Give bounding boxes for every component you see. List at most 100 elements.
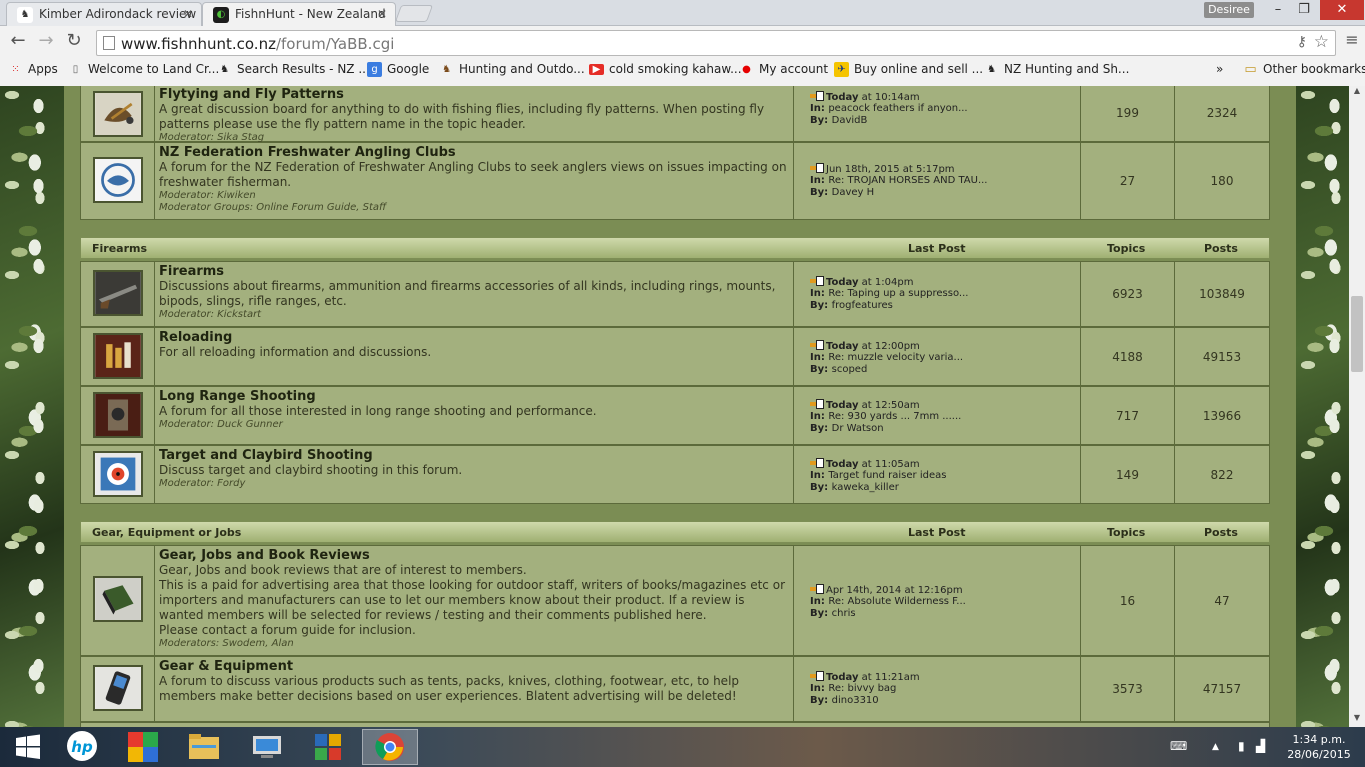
- last-post-author-link[interactable]: DavidB: [832, 115, 868, 126]
- bookmark-star-icon[interactable]: ☆: [1314, 32, 1329, 52]
- last-post-topic-link[interactable]: Re: bivvy bag: [828, 683, 896, 694]
- store-icon[interactable]: [300, 729, 356, 765]
- bookmark-nz-hunting[interactable]: ♞ NZ Hunting and Sh...: [984, 62, 1129, 76]
- bookmark-land-cruiser[interactable]: ▯ Welcome to Land Cr...: [68, 62, 220, 76]
- battery-icon[interactable]: ▮: [1238, 739, 1245, 753]
- forum-description-advertising: This is a paid for advertising area that…: [159, 578, 785, 622]
- new-post-icon[interactable]: [810, 671, 824, 681]
- new-tab-button[interactable]: [394, 5, 434, 22]
- forum-row-flytying[interactable]: Flytying and Fly Patterns A great discus…: [80, 86, 1270, 143]
- forum-title[interactable]: Firearms: [159, 264, 789, 279]
- new-post-icon[interactable]: [810, 340, 824, 350]
- new-post-icon[interactable]: [810, 276, 824, 286]
- close-window-icon[interactable]: ✕: [1320, 0, 1364, 20]
- scroll-thumb[interactable]: [1351, 296, 1363, 372]
- forum-title[interactable]: Long Range Shooting: [159, 389, 789, 404]
- forum-title[interactable]: NZ Federation Freshwater Angling Clubs: [159, 145, 789, 160]
- vodafone-icon: ●: [742, 64, 751, 75]
- bookmark-cold-smoking[interactable]: ▶ cold smoking kahaw...: [589, 62, 742, 76]
- deer-icon: ♞: [442, 64, 451, 75]
- back-icon[interactable]: ←: [6, 30, 30, 51]
- last-post-topic-link[interactable]: Re: Taping up a suppresso...: [828, 288, 968, 299]
- category-title[interactable]: Firearms: [92, 242, 147, 255]
- bookmark-trademe[interactable]: ✈ Buy online and sell ...: [834, 62, 983, 77]
- file-explorer-icon[interactable]: [176, 729, 232, 765]
- close-tab-icon[interactable]: ✕: [377, 7, 387, 21]
- bookmark-my-account[interactable]: ● My account: [739, 62, 828, 76]
- forum-title[interactable]: Gear, Jobs and Book Reviews: [159, 548, 789, 563]
- last-post-author-link[interactable]: scoped: [832, 364, 868, 375]
- new-post-icon[interactable]: [810, 458, 824, 468]
- rifle-icon: [93, 270, 143, 316]
- last-post-author-link[interactable]: chris: [832, 608, 856, 619]
- puzzle-app-icon[interactable]: [115, 729, 171, 765]
- address-bar[interactable]: www.fishnhunt.co.nz/forum/YaBB.cgi ⚷ ☆: [96, 30, 1336, 56]
- menu-icon[interactable]: ≡: [1340, 30, 1364, 49]
- bookmark-search-results[interactable]: ♞ Search Results - NZ ...: [217, 62, 370, 76]
- last-post-author-link[interactable]: dino3310: [832, 695, 879, 706]
- forum-moderator-groups: Moderator Groups: Online Forum Guide, St…: [159, 202, 387, 213]
- profile-button[interactable]: Desiree: [1204, 2, 1254, 18]
- tray-overflow-icon[interactable]: ▲: [1212, 742, 1219, 752]
- tab-fishnhunt[interactable]: ◐ FishnHunt - New Zealand ✕: [202, 2, 396, 26]
- forum-row-long-range[interactable]: Long Range Shooting A forum for all thos…: [80, 386, 1270, 445]
- chrome-icon[interactable]: [362, 729, 418, 765]
- network-icon[interactable]: ▟: [1256, 739, 1265, 753]
- system-clock[interactable]: 1:34 p.m. 28/06/2015: [1284, 732, 1354, 762]
- last-post-topic-link[interactable]: Re: muzzle velocity varia...: [828, 352, 963, 363]
- last-post-topic-link[interactable]: peacock feathers if anyon...: [828, 103, 967, 114]
- forum-row-gear-jobs-reviews[interactable]: Gear, Jobs and Book Reviews Gear, Jobs a…: [80, 545, 1270, 656]
- new-post-icon[interactable]: [810, 163, 824, 173]
- topics-count: 4188: [1081, 328, 1175, 385]
- forum-description: A great discussion board for anything to…: [159, 102, 765, 131]
- last-post-topic-link[interactable]: Re: Absolute Wilderness F...: [828, 596, 966, 607]
- long-range-icon: [93, 392, 143, 438]
- keyboard-icon[interactable]: ⌨: [1170, 739, 1187, 753]
- folder-icon: ▭: [1244, 62, 1257, 77]
- forward-icon[interactable]: →: [34, 30, 58, 51]
- remote-desktop-icon[interactable]: [239, 729, 295, 765]
- category-title[interactable]: Gear, Equipment or Jobs: [92, 526, 241, 539]
- deer-icon: ♞: [220, 64, 229, 75]
- forum-title[interactable]: Reloading: [159, 330, 789, 345]
- reload-icon[interactable]: ↻: [62, 30, 86, 51]
- forum-title[interactable]: Target and Claybird Shooting: [159, 448, 789, 463]
- last-post-author-link[interactable]: frogfeatures: [832, 300, 893, 311]
- forum-title[interactable]: Flytying and Fly Patterns: [159, 87, 789, 102]
- bookmark-google[interactable]: g Google: [367, 62, 429, 77]
- forum-row-target-claybird[interactable]: Target and Claybird Shooting Discuss tar…: [80, 445, 1270, 504]
- new-post-icon[interactable]: [810, 399, 824, 409]
- close-tab-icon[interactable]: ✕: [183, 7, 193, 21]
- forum-moderator: Moderator: Fordy: [159, 478, 246, 489]
- last-post: Today at 11:05am In: Target fund raiser …: [794, 446, 1081, 503]
- scroll-down-arrow-icon[interactable]: ▼: [1349, 713, 1365, 727]
- forum-row-firearms[interactable]: Firearms Discussions about firearms, amm…: [80, 261, 1270, 327]
- url-text[interactable]: www.fishnhunt.co.nz/forum/YaBB.cgi: [121, 35, 394, 53]
- last-post-author-link[interactable]: Davey H: [832, 187, 875, 198]
- hp-icon[interactable]: hp: [54, 729, 110, 765]
- maximize-icon[interactable]: ❐: [1290, 0, 1318, 20]
- col-topics: Topics: [1107, 526, 1146, 539]
- new-post-icon[interactable]: [810, 91, 824, 101]
- forum-row-nz-federation[interactable]: NZ Federation Freshwater Angling Clubs A…: [80, 142, 1270, 220]
- bookmark-apps[interactable]: ⁙ Apps: [8, 62, 57, 76]
- forum-row-gear-equipment[interactable]: Gear & Equipment A forum to discuss vari…: [80, 656, 1270, 722]
- last-post-topic-link[interactable]: Target fund raiser ideas: [828, 470, 946, 481]
- windows-start-icon[interactable]: [0, 729, 56, 765]
- last-post-author-link[interactable]: kaweka_killer: [832, 482, 899, 493]
- page-scrollbar[interactable]: ▲ ▼: [1349, 86, 1365, 727]
- scroll-up-arrow-icon[interactable]: ▲: [1349, 86, 1365, 100]
- last-post-author-link[interactable]: Dr Watson: [832, 423, 884, 434]
- bookmarks-overflow-button[interactable]: »: [1216, 62, 1223, 76]
- other-bookmarks[interactable]: ▭ Other bookmarks: [1243, 62, 1365, 77]
- topics-count: 3573: [1081, 657, 1175, 721]
- last-post-topic-link[interactable]: Re: 930 yards ... 7mm ......: [828, 411, 961, 422]
- tab-kimber-review[interactable]: ♞ Kimber Adirondack review ✕: [6, 2, 202, 26]
- last-post-topic-link[interactable]: Re: TROJAN HORSES AND TAU...: [828, 175, 987, 186]
- forum-title[interactable]: Gear & Equipment: [159, 659, 789, 674]
- forum-row-reloading[interactable]: Reloading For all reloading information …: [80, 327, 1270, 386]
- key-icon[interactable]: ⚷: [1297, 34, 1307, 50]
- new-post-icon[interactable]: [810, 584, 824, 594]
- bookmark-hunting-outdoors[interactable]: ♞ Hunting and Outdo...: [439, 62, 585, 76]
- minimize-icon[interactable]: –: [1264, 0, 1292, 20]
